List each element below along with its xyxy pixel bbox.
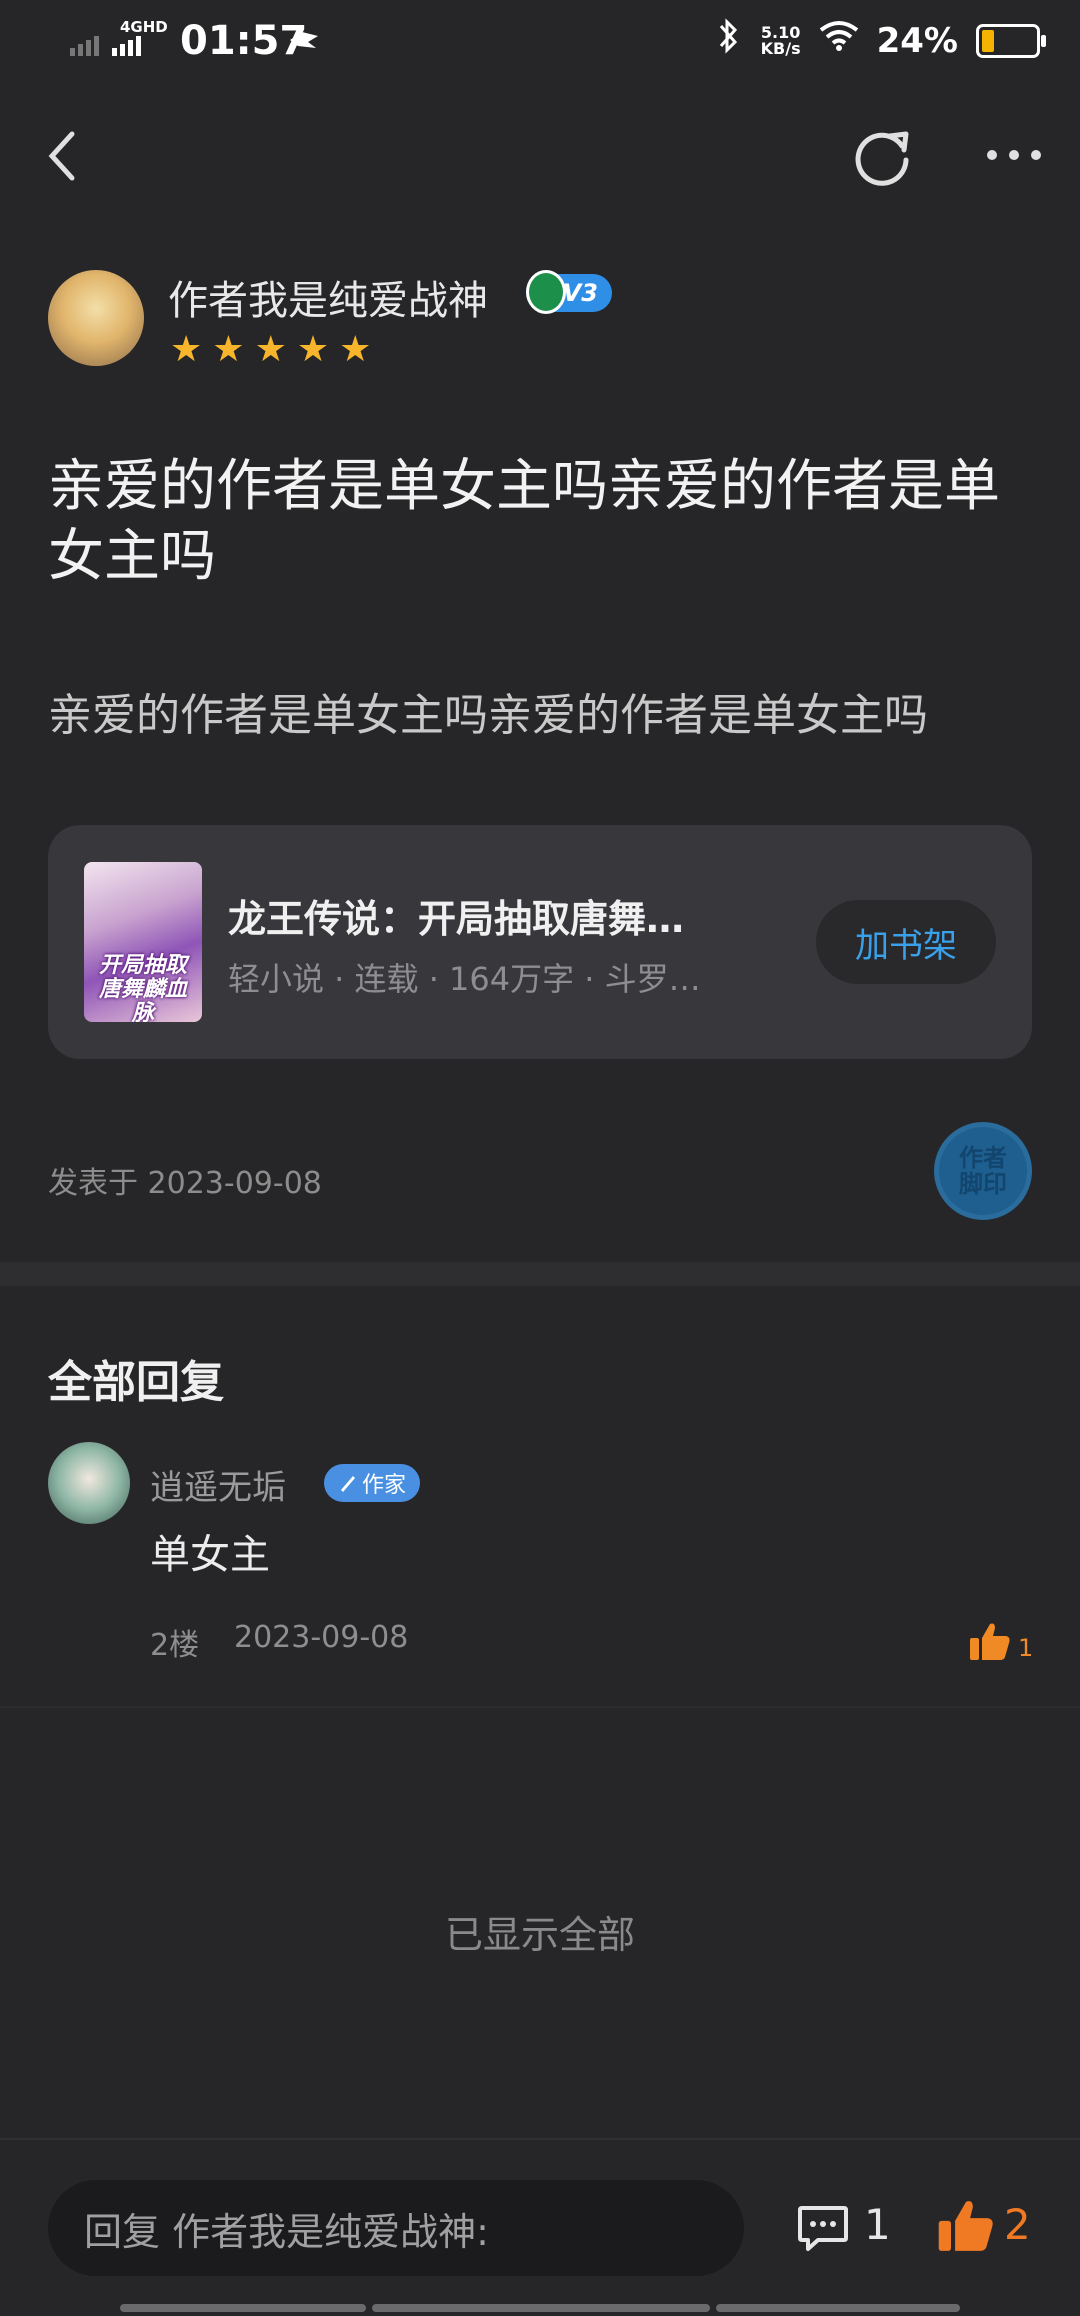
more-button[interactable] — [984, 140, 1044, 174]
star-icon: ★ — [212, 329, 245, 370]
speed-unit: KB/s — [760, 38, 801, 58]
post-date: 发表于 2023-09-08 — [48, 1166, 322, 1201]
like-button[interactable] — [936, 2196, 996, 2258]
reply-like-button[interactable]: 1 — [968, 1620, 1033, 1662]
status-bar: 4GHD 01:57 5.10 KB/s 24% — [0, 0, 1080, 80]
bluetooth-icon — [713, 18, 743, 63]
book-meta: 轻小说 · 连载 · 164万字 · 斗罗… — [228, 960, 701, 998]
add-to-shelf-button[interactable]: 加书架 — [816, 900, 996, 984]
post-title: 亲爱的作者是单女主吗亲爱的作者是单女主吗 — [48, 454, 1000, 589]
refresh-button[interactable] — [850, 124, 916, 194]
reply-username[interactable]: 逍遥无垢 — [150, 1460, 286, 1509]
reply-avatar[interactable] — [48, 1442, 130, 1524]
nav-bar-segment — [120, 2304, 366, 2312]
level-text: V3 — [562, 279, 598, 307]
comment-count: 1 — [864, 2200, 891, 2249]
rating-stars: ★ ★ ★ ★ ★ — [170, 332, 371, 368]
star-icon: ★ — [296, 329, 330, 370]
level-hat-icon — [526, 270, 566, 314]
thumbs-up-icon — [970, 1623, 1010, 1660]
book-title[interactable]: 龙王传说：开局抽取唐舞… — [228, 888, 748, 943]
bottom-bar-separator — [0, 2138, 1080, 2140]
network-type: 4GHD — [120, 18, 168, 36]
comment-button[interactable] — [796, 2202, 850, 2258]
post-body: 亲爱的作者是单女主吗亲爱的作者是单女主吗 — [48, 690, 928, 741]
reply-floor: 2楼 — [150, 1628, 200, 1663]
back-button[interactable] — [44, 126, 80, 190]
star-icon: ★ — [339, 329, 372, 370]
nav-bar-segment — [716, 2304, 960, 2312]
section-divider — [0, 1262, 1080, 1286]
reply-like-count: 1 — [1018, 1634, 1034, 1662]
like-count: 2 — [1004, 2200, 1031, 2249]
end-of-list-text: 已显示全部 — [444, 1913, 635, 1957]
book-cover[interactable]: 开局抽取唐舞麟血脉 — [84, 862, 202, 1022]
author-footprint-stamp: 作者 脚印 — [934, 1122, 1032, 1220]
wifi-icon — [819, 20, 859, 61]
refresh-icon — [855, 131, 909, 186]
more-horizontal-icon — [987, 150, 1041, 160]
pen-icon — [340, 1476, 355, 1492]
status-right: 5.10 KB/s 24% — [713, 18, 1046, 63]
level-badge: V3 — [526, 270, 612, 314]
chevron-left-icon — [48, 131, 75, 181]
comment-icon — [798, 2206, 848, 2251]
battery-percent: 24% — [876, 20, 958, 61]
reply-input[interactable]: 回复 作者我是纯爱战神: — [48, 2180, 744, 2276]
nav-bar-segment — [372, 2304, 710, 2312]
net-speed: 5.10 KB/s — [760, 24, 801, 58]
author-name[interactable]: 作者我是纯爱战神 — [168, 268, 488, 326]
battery-icon — [976, 23, 1046, 58]
thumbs-up-icon — [938, 2201, 993, 2251]
book-cover-title: 开局抽取唐舞麟血脉 — [98, 953, 187, 1023]
reply-date: 2023-09-08 — [234, 1620, 409, 1655]
star-icon: ★ — [254, 329, 287, 370]
reply-text[interactable]: 单女主 — [150, 1522, 270, 1580]
writer-badge: 作家 — [324, 1464, 420, 1502]
reply-separator — [0, 1706, 1080, 1708]
star-icon: ★ — [170, 329, 203, 370]
shake-icon — [288, 26, 322, 58]
stamp-text: 作者 脚印 — [959, 1144, 1007, 1198]
writer-badge-label: 作家 — [361, 1473, 406, 1498]
replies-section-title: 全部回复 — [48, 1357, 224, 1408]
author-avatar[interactable] — [48, 270, 144, 366]
signal-icon: 4GHD — [70, 18, 170, 66]
